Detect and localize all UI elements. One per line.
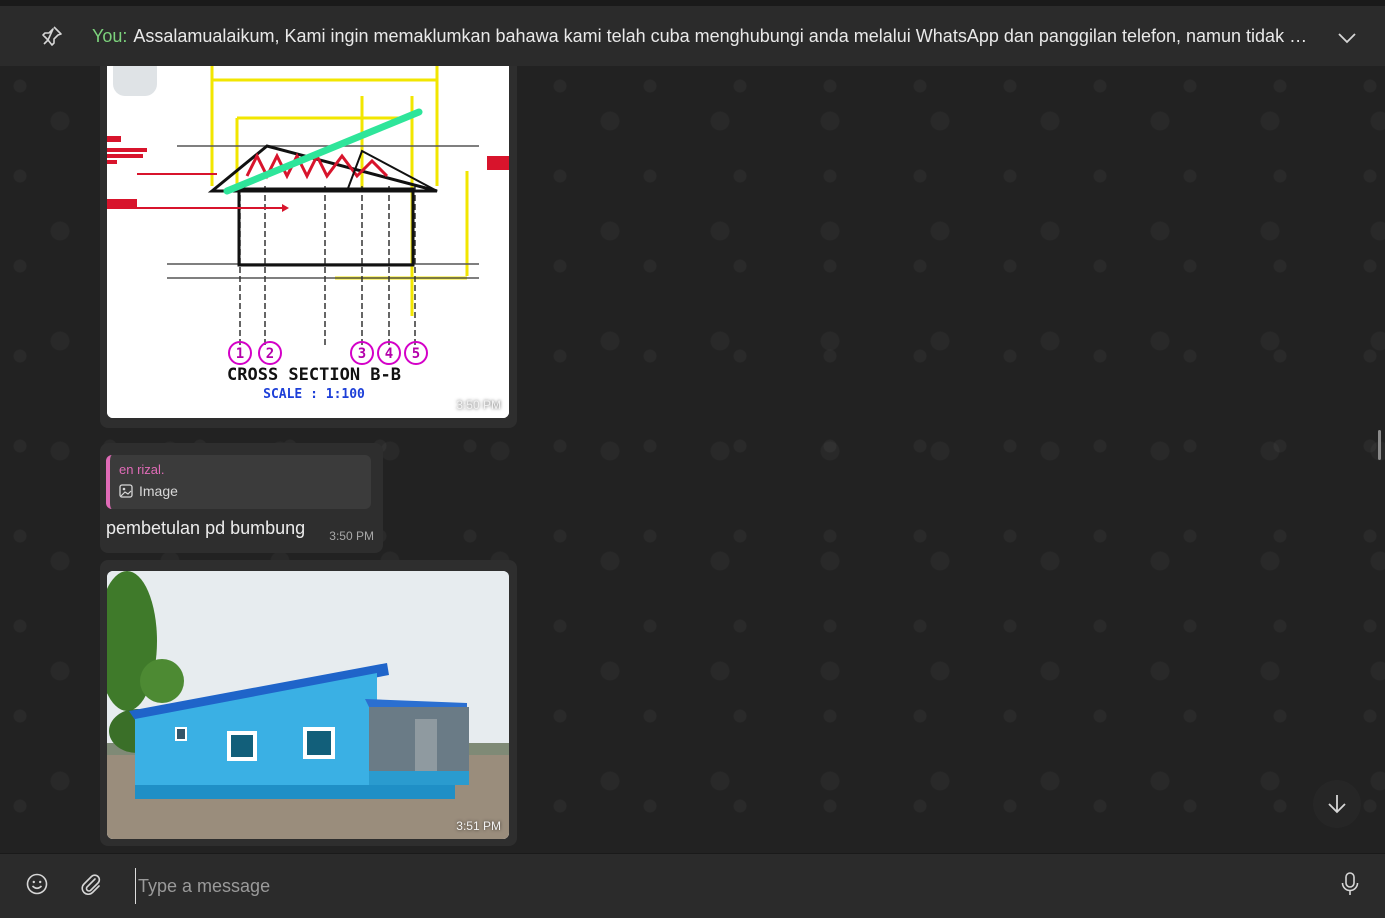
emoji-icon[interactable]: [26, 873, 48, 895]
pinned-message-text[interactable]: You: Assalamualaikum, Kami ingin memaklum…: [92, 26, 1322, 47]
message-text: pembetulan pd bumbung: [106, 518, 306, 538]
gridline-label: 1: [236, 346, 244, 362]
pin-icon[interactable]: [40, 24, 64, 48]
drawing-title: CROSS SECTION B-B: [227, 365, 401, 385]
image-message[interactable]: 1 2 3 4 5 CROSS SECTION B-B SCALE : 1:10…: [100, 66, 517, 428]
image-message[interactable]: 3:51 PM: [100, 560, 517, 846]
scroll-to-bottom-button[interactable]: [1313, 780, 1361, 828]
pinned-author: You:: [92, 26, 128, 46]
message-composer: [0, 853, 1385, 918]
gridline-label: 5: [412, 346, 420, 362]
pinned-message-body: Assalamualaikum, Kami ingin memaklumkan …: [133, 26, 1322, 46]
quote-author: en rizal.: [119, 462, 165, 477]
pinned-message-bar[interactable]: You: Assalamualaikum, Kami ingin memaklum…: [0, 0, 1385, 66]
gridline-label: 3: [358, 346, 366, 362]
arrow-down-icon: [1328, 795, 1346, 814]
house-photo-figure: [107, 571, 509, 839]
microphone-icon[interactable]: [1339, 871, 1361, 897]
image-icon: [119, 484, 133, 498]
blue-house-photo[interactable]: 3:51 PM: [107, 571, 509, 839]
quote-label: Image: [139, 483, 178, 499]
paperclip-icon[interactable]: [80, 873, 102, 895]
chat-area[interactable]: 1 2 3 4 5 CROSS SECTION B-B SCALE : 1:10…: [0, 66, 1385, 853]
cross-section-drawing-image[interactable]: 1 2 3 4 5 CROSS SECTION B-B SCALE : 1:10…: [107, 66, 509, 418]
drawing-scale: SCALE : 1:100: [263, 387, 365, 402]
message-time: 3:50 PM: [456, 398, 501, 412]
gridline-label: 2: [266, 346, 274, 362]
gridline-label: 4: [385, 346, 393, 362]
message-time: 3:51 PM: [456, 819, 501, 833]
quoted-message[interactable]: en rizal. Image: [106, 455, 371, 509]
scrollbar[interactable]: [1378, 430, 1381, 460]
drawing-figure: 1 2 3 4 5 CROSS SECTION B-B SCALE : 1:10…: [107, 66, 509, 418]
message-time: 3:50 PM: [329, 529, 374, 543]
message-input[interactable]: [135, 868, 1290, 904]
reply-message[interactable]: en rizal. Image pembetulan pd bumbung 3:…: [100, 443, 383, 553]
chevron-down-icon[interactable]: [1337, 30, 1357, 46]
